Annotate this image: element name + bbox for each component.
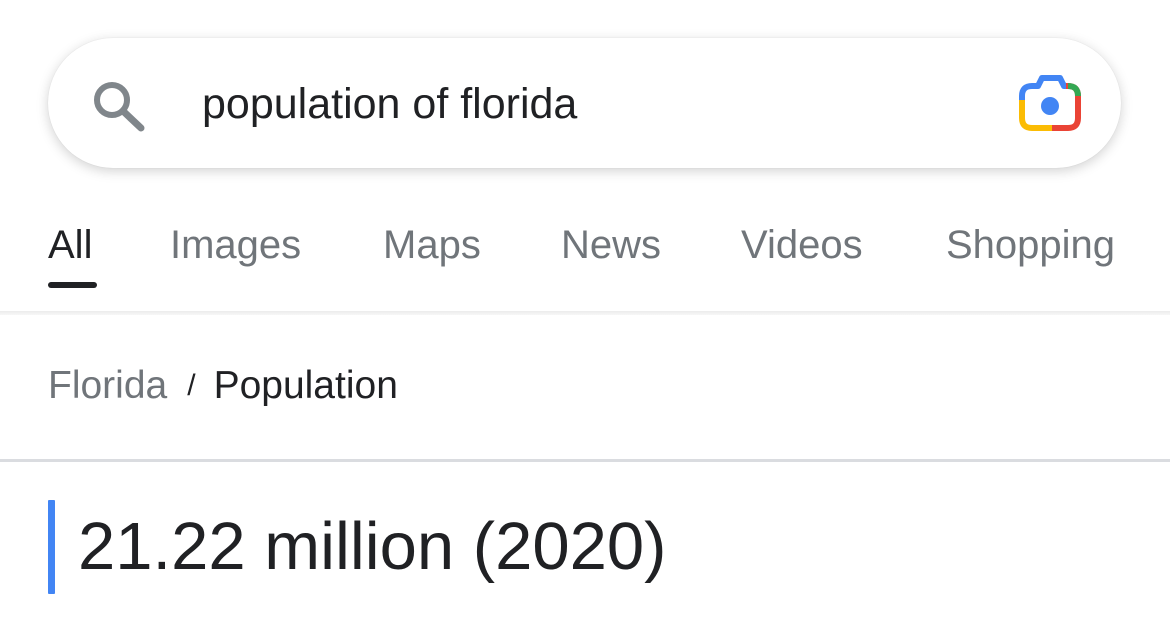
search-results-page: population of florida All Images Maps Ne… (0, 0, 1170, 625)
active-tab-indicator (48, 282, 97, 288)
breadcrumb: Florida / Population (48, 360, 398, 412)
tab-news[interactable]: News (561, 220, 661, 270)
answer-divider (0, 459, 1170, 462)
answer-accent-bar (48, 500, 55, 594)
breadcrumb-current: Population (213, 364, 398, 407)
google-lens-icon[interactable] (1018, 74, 1082, 132)
breadcrumb-parent[interactable]: Florida (48, 364, 167, 407)
tab-all[interactable]: All (48, 220, 92, 270)
tab-shopping[interactable]: Shopping (946, 220, 1115, 270)
search-input[interactable]: population of florida (202, 78, 577, 130)
search-tabs: All Images Maps News Videos Shopping (0, 212, 1170, 292)
search-icon[interactable] (90, 80, 150, 132)
answer-value: 21.22 million (2020) (78, 509, 667, 584)
tab-videos[interactable]: Videos (741, 220, 863, 270)
breadcrumb-separator: / (187, 369, 196, 402)
tab-images[interactable]: Images (170, 220, 301, 270)
tab-maps[interactable]: Maps (383, 220, 481, 270)
tabs-divider (0, 311, 1170, 315)
